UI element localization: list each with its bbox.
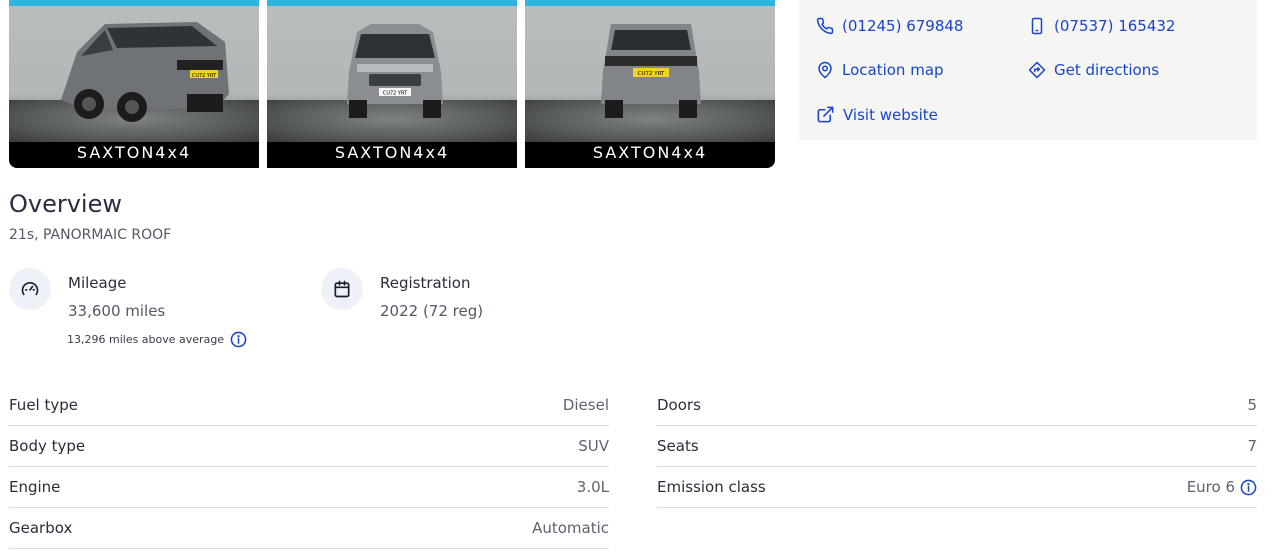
spec-table-right: Doors 5 Seats 7 Emission class Euro 6: [657, 385, 1257, 508]
spec-value-wrap: Euro 6: [1187, 478, 1257, 496]
svg-text:CU72 YRT: CU72 YRT: [638, 71, 665, 77]
directions-icon: [1028, 61, 1046, 79]
vehicle-photo-rear-three-quarter[interactable]: CU72 YRT SAXTON4x4: [9, 0, 259, 168]
dealer-watermark: SAXTON4x4: [76, 143, 192, 162]
spec-value: 3.0L: [576, 478, 609, 496]
mileage-value: 33,600 miles: [68, 302, 166, 320]
spec-row-body-type: Body type SUV: [9, 426, 609, 467]
dealer-mobile-link[interactable]: (07537) 165432: [1028, 17, 1175, 35]
mileage-note: 13,296 miles above average: [67, 331, 247, 348]
spec-key: Body type: [9, 437, 86, 455]
spec-value: 7: [1247, 437, 1257, 455]
dealer-mobile-text: (07537) 165432: [1054, 17, 1176, 35]
spec-value: Diesel: [562, 396, 609, 414]
visit-website-text: Visit website: [843, 105, 938, 124]
overview-title: Overview: [9, 190, 122, 218]
spec-row-engine: Engine 3.0L: [9, 467, 609, 508]
spec-key: Doors: [657, 396, 701, 414]
mileage-icon-circle: [9, 268, 51, 310]
registration-value: 2022 (72 reg): [380, 302, 484, 320]
spec-key: Engine: [9, 478, 61, 496]
mileage-note-text: 13,296 miles above average: [67, 333, 225, 346]
spec-table-left: Fuel type Diesel Body type SUV Engine 3.…: [9, 385, 609, 549]
spec-value: Automatic: [532, 519, 609, 537]
spec-row-fuel-type: Fuel type Diesel: [9, 385, 609, 426]
spec-row-seats: Seats 7: [657, 426, 1257, 467]
vehicle-photo-rear[interactable]: CU72 YRT SAXTON4x4: [525, 0, 775, 168]
speedometer-icon: [21, 282, 39, 296]
calendar-icon: [334, 280, 350, 298]
dealer-watermark: SAXTON4x4: [592, 143, 708, 162]
spec-row-gearbox: Gearbox Automatic: [9, 508, 609, 549]
svg-text:CU72 YRT: CU72 YRT: [383, 91, 408, 97]
mobile-phone-icon: [1031, 17, 1043, 35]
spec-key: Emission class: [657, 478, 766, 496]
spec-key: Gearbox: [9, 519, 73, 537]
spec-row-doors: Doors 5: [657, 385, 1257, 426]
spec-value: Euro 6: [1186, 478, 1235, 496]
dealer-contact-panel: (01245) 679848 (07537) 165432 Location m…: [799, 0, 1257, 140]
spec-key: Seats: [657, 437, 699, 455]
svg-text:CU72 YRT: CU72 YRT: [192, 73, 217, 79]
spec-key: Fuel type: [9, 396, 78, 414]
visit-website-link[interactable]: Visit website: [816, 105, 938, 124]
dealer-watermark: SAXTON4x4: [334, 143, 450, 162]
phone-icon: [816, 17, 834, 35]
overview-subtitle: 21s, PANORMAIC ROOF: [9, 227, 172, 243]
location-map-text: Location map: [842, 61, 944, 79]
info-icon[interactable]: [230, 331, 247, 348]
spec-row-emission-class: Emission class Euro 6: [657, 467, 1257, 508]
external-link-icon: [817, 106, 834, 123]
location-map-link[interactable]: Location map: [816, 61, 944, 79]
registration-icon-circle: [321, 268, 363, 310]
get-directions-text: Get directions: [1054, 61, 1160, 79]
info-icon[interactable]: [1240, 479, 1257, 496]
dealer-phone-text: (01245) 679848: [842, 17, 964, 35]
dealer-phone-link[interactable]: (01245) 679848: [816, 17, 963, 35]
map-pin-icon: [818, 61, 832, 79]
spec-value: SUV: [578, 437, 609, 455]
spec-value: 5: [1247, 396, 1257, 414]
vehicle-photo-front[interactable]: CU72 YRT SAXTON4x4: [267, 0, 517, 168]
mileage-label: Mileage: [68, 274, 127, 292]
registration-label: Registration: [380, 274, 471, 292]
get-directions-link[interactable]: Get directions: [1028, 61, 1159, 79]
photo-gallery: CU72 YRT SAXTON4x4 CU72 YRT SAXTON4x4 CU: [9, 0, 775, 168]
